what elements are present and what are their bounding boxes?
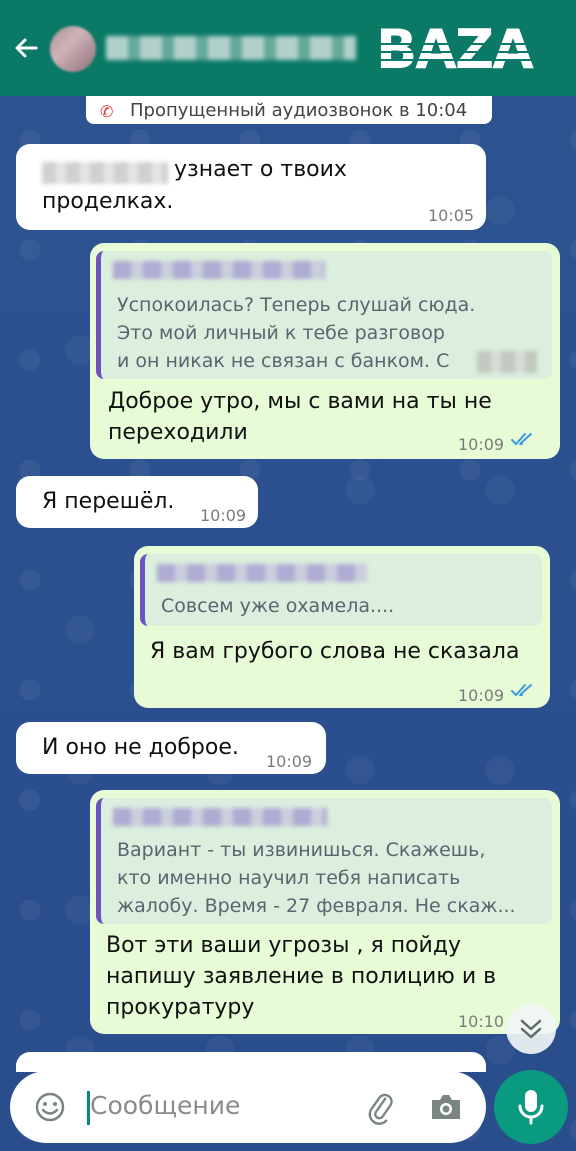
quoted-author-blurred [113,261,325,279]
contact-name-blurred[interactable] [106,36,356,60]
microphone-icon [518,1090,544,1125]
message-input[interactable]: Сообщение [90,1091,240,1120]
quoted-author-blurred [157,564,367,582]
message-text: узнает о твоих [174,157,347,182]
message-incoming-partial[interactable] [16,1052,486,1072]
microphone-button[interactable] [494,1070,568,1144]
message-text: Вот эти ваши угрозы , я пойду напишу зая… [106,933,497,1020]
missed-call-notice: ✆ Пропущенный аудиозвонок в 10:04 [86,96,492,124]
emoji-icon[interactable] [34,1091,66,1123]
message-time: 10:10 [458,1012,505,1031]
paperclip-icon[interactable] [364,1091,398,1125]
message-text: Я вам грубого слова не сказала [150,639,520,664]
message-composer[interactable]: Сообщение [10,1071,486,1143]
quoted-author-blurred [113,808,327,826]
arrow-left-icon[interactable] [12,34,40,62]
message-list[interactable]: ✆ Пропущенный аудиозвонок в 10:04 узнает… [0,96,576,1051]
chevrons-down-icon [520,1019,542,1039]
missed-call-text: Пропущенный аудиозвонок в 10:04 [130,99,468,121]
message-time: 10:09 [458,435,505,454]
message-time: 10:09 [200,506,247,525]
message-text: И оно не доброе. [42,735,239,760]
quoted-text: Успокоилась? Теперь слушай сюда. Это мой… [117,294,476,372]
baza-logo: BAZA [376,24,558,74]
message-incoming[interactable]: И оно не доброе. 10:09 [16,722,326,774]
quoted-message[interactable]: Вариант - ты извинишься. Скажешь, кто им… [96,798,552,924]
missed-call-icon: ✆ [100,102,114,121]
quoted-message[interactable]: Успокоилась? Теперь слушай сюда. Это мой… [96,251,552,379]
chat-header: BAZA [0,0,576,96]
camera-icon[interactable] [428,1091,464,1123]
quoted-message[interactable]: Совсем уже охамела.... [140,554,542,626]
message-time: 10:09 [266,752,313,771]
read-ticks-icon [511,433,532,446]
blurred-word [477,351,537,373]
blurred-name [42,162,168,184]
avatar[interactable] [50,26,96,72]
message-outgoing[interactable]: Вариант - ты извинишься. Скажешь, кто им… [90,790,560,1034]
quoted-text: Совсем уже охамела.... [161,595,395,617]
message-outgoing[interactable]: Совсем уже охамела.... Я вам грубого сло… [134,546,550,708]
message-time: 10:09 [458,686,505,705]
message-time: 10:05 [428,206,475,225]
message-outgoing[interactable]: Успокоилась? Теперь слушай сюда. Это мой… [90,243,560,459]
quoted-text: Вариант - ты извинишься. Скажешь, кто им… [117,839,516,917]
message-text: проделках. [42,189,174,214]
message-text: Доброе утро, мы с вами на ты не переходи… [108,389,492,445]
message-text: Я перешёл. [42,489,175,514]
scroll-to-bottom-button[interactable] [506,1004,556,1054]
message-incoming[interactable]: узнает о твоих проделках. 10:05 [16,144,486,230]
message-incoming[interactable]: Я перешёл. 10:09 [16,476,258,528]
read-ticks-icon [511,684,532,697]
logo-text: BAZA [376,24,534,74]
